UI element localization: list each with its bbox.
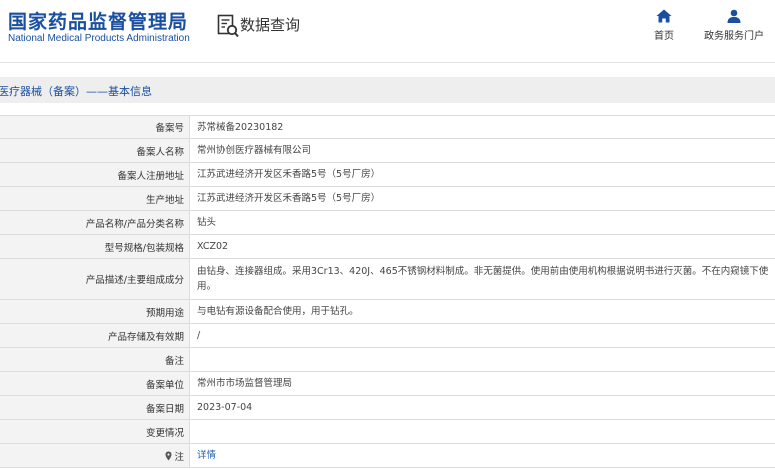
header-divider bbox=[0, 62, 775, 63]
nav-service-portal-link[interactable]: 政务服务门户 bbox=[700, 9, 768, 42]
row-value: 江苏武进经济开发区禾香路5号（5号厂房） bbox=[189, 162, 775, 187]
info-table: 备案号 苏常械备20230182 备案人名称 常州协创医疗器械有限公司 备案人注… bbox=[0, 115, 775, 468]
section-header: 医疗器械（备案）——基本信息 bbox=[0, 77, 775, 103]
nav-service-label: 政务服务门户 bbox=[704, 31, 764, 42]
row-value: 苏常械备20230182 bbox=[189, 115, 775, 139]
note-label-text: 注 bbox=[174, 451, 184, 463]
table-row: 备案人注册地址 江苏武进经济开发区禾香路5号（5号厂房） bbox=[0, 162, 775, 187]
table-row: 生产地址 江苏武进经济开发区禾香路5号（5号厂房） bbox=[0, 186, 775, 211]
row-value: 钻头 bbox=[189, 210, 775, 235]
query-doc-icon bbox=[217, 14, 239, 38]
home-icon bbox=[656, 9, 672, 23]
row-value: 与电钻有源设备配合使用，用于钻孔。 bbox=[189, 299, 775, 324]
section-title: 医疗器械（备案）——基本信息 bbox=[0, 85, 152, 98]
row-label: 备案日期 bbox=[0, 395, 190, 420]
row-value: 常州协创医疗器械有限公司 bbox=[189, 138, 775, 163]
row-label: 备案单位 bbox=[0, 371, 190, 396]
row-value bbox=[189, 419, 775, 444]
row-label: 备案人名称 bbox=[0, 138, 190, 163]
nav-home-label: 首页 bbox=[654, 31, 674, 42]
row-label: 备案号 bbox=[0, 115, 190, 139]
table-row: 产品名称/产品分类名称 钻头 bbox=[0, 210, 775, 235]
row-label: 生产地址 bbox=[0, 186, 190, 211]
table-row: 变更情况 bbox=[0, 419, 775, 444]
row-value: 详情 bbox=[189, 443, 775, 468]
row-label: 变更情况 bbox=[0, 419, 190, 444]
row-label: 产品名称/产品分类名称 bbox=[0, 210, 190, 235]
row-value: 由钻身、连接器组成。采用3Cr13、420J、465不锈钢材料制成。非无菌提供。… bbox=[189, 258, 775, 300]
row-label: 型号规格/包装规格 bbox=[0, 234, 190, 259]
table-row: 备案号 苏常械备20230182 bbox=[0, 115, 775, 139]
row-value: / bbox=[189, 323, 775, 348]
location-pin-icon bbox=[165, 451, 172, 460]
row-label: 产品存储及有效期 bbox=[0, 323, 190, 348]
row-label: 预期用途 bbox=[0, 299, 190, 324]
table-row: 备案人名称 常州协创医疗器械有限公司 bbox=[0, 138, 775, 163]
table-row: 产品存储及有效期 / bbox=[0, 323, 775, 348]
row-label: 备案人注册地址 bbox=[0, 162, 190, 187]
nav-home-link[interactable]: 首页 bbox=[650, 9, 678, 42]
site-logo-english[interactable]: National Medical Products Administration bbox=[8, 33, 190, 44]
table-row: 备案单位 常州市市场监督管理局 bbox=[0, 371, 775, 396]
row-value: 江苏武进经济开发区禾香路5号（5号厂房） bbox=[189, 186, 775, 211]
table-row: 注 详情 bbox=[0, 443, 775, 468]
table-row: 预期用途 与电钻有源设备配合使用，用于钻孔。 bbox=[0, 299, 775, 324]
row-label: 产品描述/主要组成成分 bbox=[0, 258, 190, 300]
detail-link[interactable]: 详情 bbox=[197, 450, 216, 461]
user-icon bbox=[727, 9, 741, 23]
table-row: 备案日期 2023-07-04 bbox=[0, 395, 775, 420]
row-value: XCZ02 bbox=[189, 234, 775, 259]
row-label: 备注 bbox=[0, 347, 190, 372]
row-value: 2023-07-04 bbox=[189, 395, 775, 420]
site-header: 国家药品监督管理局 National Medical Products Admi… bbox=[0, 0, 775, 60]
table-row: 型号规格/包装规格 XCZ02 bbox=[0, 234, 775, 259]
site-logo-chinese[interactable]: 国家药品监督管理局 bbox=[8, 7, 188, 34]
data-query-title: 数据查询 bbox=[240, 16, 301, 34]
row-label-note: 注 bbox=[0, 443, 190, 468]
row-value: 常州市市场监督管理局 bbox=[189, 371, 775, 396]
row-value bbox=[189, 347, 775, 372]
table-row: 备注 bbox=[0, 347, 775, 372]
table-row: 产品描述/主要组成成分 由钻身、连接器组成。采用3Cr13、420J、465不锈… bbox=[0, 258, 775, 300]
